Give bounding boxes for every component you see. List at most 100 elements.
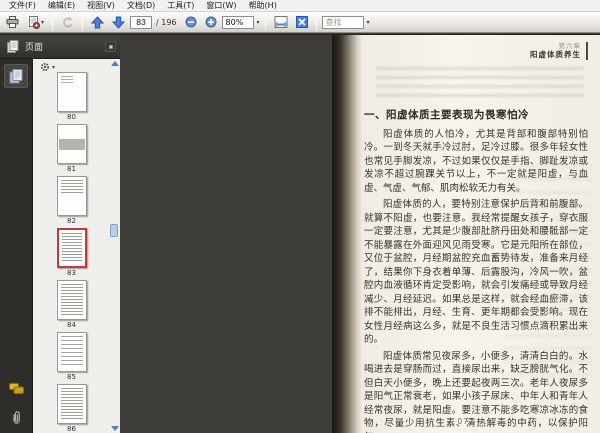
export-icon <box>29 15 40 29</box>
toolbar: ▾ / 196 80% ▾ ▾ <box>0 12 600 33</box>
zoom-caret-icon[interactable]: ▾ <box>257 19 260 26</box>
nav-tab-attachments[interactable] <box>4 405 28 429</box>
page-running-header: 第六章 阳虚体质养生 <box>364 42 588 60</box>
previous-page-icon <box>91 15 105 28</box>
export-caret-icon: ▾ <box>41 19 45 26</box>
find-input[interactable] <box>321 15 364 29</box>
thumbnail-preview[interactable] <box>56 384 87 424</box>
next-page-button[interactable] <box>109 14 128 31</box>
page-thumbnail-81[interactable]: 81 <box>56 124 87 173</box>
scroll-down-icon[interactable] <box>110 426 119 431</box>
thumbnail-preview[interactable] <box>56 280 87 320</box>
thumbnail-panel: ▾ 80 81 82 83 84 85 86 <box>33 59 120 433</box>
zoom-out-button[interactable] <box>182 14 200 31</box>
page-number-input[interactable] <box>130 15 153 29</box>
back-disabled-icon <box>63 16 73 27</box>
zoom-in-button[interactable] <box>202 14 220 31</box>
menu-item[interactable]: 文件(F) <box>4 0 41 11</box>
panel-body: ▾ 80 81 82 83 84 85 86 <box>0 59 120 433</box>
thumbnail-page-number: 85 <box>67 373 76 381</box>
options-caret-icon: ▾ <box>52 63 56 71</box>
thumbnail-content-lines <box>58 138 85 151</box>
page-thumbnail-82[interactable]: 82 <box>56 176 87 225</box>
page-folio: 077 <box>457 417 475 426</box>
thumbnail-preview[interactable] <box>56 72 87 112</box>
menu-item[interactable]: 工具(T) <box>162 0 199 11</box>
pages-panel-header: 页面 <box>0 35 120 59</box>
thumbnail-preview[interactable] <box>56 124 87 164</box>
find-options-caret-icon[interactable]: ▾ <box>367 19 370 26</box>
thumbnail-content-lines <box>60 76 73 83</box>
menu-bar: 文件(F) 编辑(E) 视图(V) 文档(D) 工具(T) 窗口(W) 帮助(H) <box>0 0 600 12</box>
scrollbar-thumb[interactable] <box>110 224 118 238</box>
page-scan-shadow <box>332 35 362 433</box>
toolbar-separator <box>52 14 54 30</box>
pages-icon <box>7 40 19 53</box>
document-viewer: 第六章 阳虚体质养生 一、阳虚体质主要表现为畏寒怕冷 阳虚体质的人怕冷，尤其是背… <box>120 35 600 433</box>
toolbar-separator <box>264 14 266 30</box>
fit-width-button[interactable] <box>271 14 291 31</box>
thumbnail-page-number: 83 <box>67 269 76 277</box>
menu-item[interactable]: 帮助(H) <box>244 0 282 11</box>
thumbnail-list: 80 81 82 83 84 85 86 <box>33 72 110 433</box>
bleed-through-text <box>376 66 584 101</box>
back-button[interactable] <box>58 14 77 31</box>
thumbnail-preview[interactable] <box>56 332 87 372</box>
toolbar-separator <box>82 14 84 30</box>
fit-page-button[interactable] <box>293 14 311 31</box>
chapter-number: 第六章 <box>558 42 581 50</box>
next-page-icon <box>112 16 126 29</box>
thumbnail-page-number: 84 <box>67 321 76 329</box>
fit-page-icon <box>295 16 308 28</box>
navigation-tabs <box>0 59 33 433</box>
zoom-level-select[interactable]: 80% <box>221 15 254 29</box>
body-paragraphs: 阳虚体质的人怕冷，尤其是背部和腹部特别怕冷。一到冬天就手冷过肘，足冷过膝。很多年… <box>364 128 588 433</box>
menu-item[interactable]: 视图(V) <box>82 0 120 11</box>
nav-tab-pages[interactable] <box>4 64 28 88</box>
scrollbar-track[interactable] <box>110 66 119 426</box>
document-page: 第六章 阳虚体质养生 一、阳虚体质主要表现为畏寒怕冷 阳虚体质的人怕冷，尤其是背… <box>332 35 600 433</box>
panel-menu-icon <box>108 44 113 49</box>
pages-thumbnails-icon <box>9 68 23 83</box>
thumbnail-page-number: 82 <box>67 217 76 225</box>
page-thumbnail-83[interactable]: 83 <box>56 228 87 277</box>
thumbnail-content-lines <box>61 233 82 262</box>
printer-icon <box>6 16 19 28</box>
body-paragraph: 阳虚体质的人，要特别注意保护后背和前腹部。就算不阳虚，也要注意。我经常提醒女孩子… <box>364 199 588 345</box>
thumbnail-scrollbar <box>110 61 119 431</box>
comments-icon <box>8 383 24 394</box>
pdf-viewer-window: 文件(F)编辑(E)视图(V)文档(D)工具(T)窗口(W)帮助(H) ▾ / … <box>0 0 600 433</box>
panel-options-button[interactable]: ▾ <box>40 62 55 72</box>
zoom-in-icon <box>205 16 217 28</box>
export-button[interactable]: ▾ <box>24 14 47 31</box>
page-content: 第六章 阳虚体质养生 一、阳虚体质主要表现为畏寒怕冷 阳虚体质的人怕冷，尤其是背… <box>364 42 588 433</box>
page-thumbnail-80[interactable]: 80 <box>56 72 87 121</box>
fit-width-icon <box>274 16 288 28</box>
page-thumbnail-85[interactable]: 85 <box>56 332 87 381</box>
menu-item[interactable]: 文档(D) <box>122 0 160 11</box>
zoom-level-value: 80% <box>225 17 244 27</box>
page-count-label: / 196 <box>156 17 177 27</box>
menu-item[interactable]: 窗口(W) <box>201 0 241 11</box>
page-thumbnail-86[interactable]: 86 <box>56 384 87 433</box>
thumbnail-page-number: 86 <box>67 425 76 433</box>
pages-panel-title: 页面 <box>25 43 44 53</box>
panel-menu-button[interactable] <box>105 41 116 52</box>
thumbnail-content-lines <box>60 336 83 367</box>
navigation-pane: 页面 ▾ 80 81 82 83 84 85 86 <box>0 35 120 433</box>
thumbnail-page-number: 80 <box>67 113 76 121</box>
chapter-title: 阳虚体质养生 <box>530 50 581 60</box>
print-button[interactable] <box>3 14 22 31</box>
previous-page-button[interactable] <box>88 14 107 31</box>
thumbnail-preview[interactable] <box>56 228 87 268</box>
thumbnail-content-lines <box>60 180 83 194</box>
zoom-out-icon <box>185 16 197 28</box>
nav-tab-comments[interactable] <box>4 377 28 401</box>
menu-item[interactable]: 编辑(E) <box>43 0 80 11</box>
thumbnail-preview[interactable] <box>56 176 87 216</box>
content-area: 页面 ▾ 80 81 82 83 84 85 86 第六章 阳虚体质养生 一、阳… <box>0 34 600 433</box>
thumbnail-page-number: 81 <box>67 165 76 173</box>
page-thumbnail-84[interactable]: 84 <box>56 280 87 329</box>
body-paragraph: 阳虚体质的人怕冷，尤其是背部和腹部特别怕冷。一到冬天就手冷过肘，足冷过膝。很多年… <box>364 128 588 194</box>
toolbar-separator <box>315 14 317 30</box>
